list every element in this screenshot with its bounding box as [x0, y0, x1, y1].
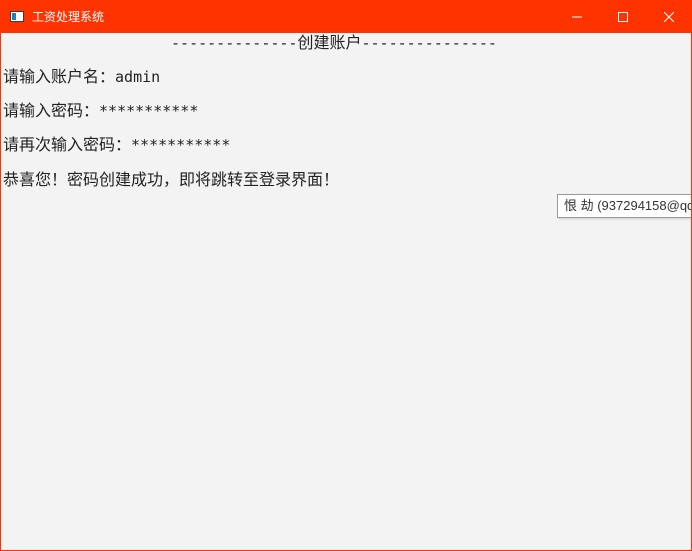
title-bar[interactable]: 工资处理系统 [1, 1, 691, 33]
minimize-icon [572, 16, 582, 18]
maximize-icon [618, 12, 628, 22]
header-dashes-right: --------------- [361, 34, 497, 52]
close-icon [664, 12, 674, 22]
confirm-password-value: *********** [131, 136, 231, 154]
header-title: 创建账户 [297, 33, 362, 52]
username-line: 请输入账户名：admin [3, 67, 160, 87]
confirm-password-prompt: 请再次输入密码： [3, 135, 132, 154]
username-value: admin [115, 68, 161, 86]
app-window-icon [10, 11, 24, 22]
app-window: 工资处理系统 --------------创建账户---------------… [0, 0, 692, 551]
minimize-button[interactable] [554, 1, 600, 33]
password-value: *********** [99, 102, 199, 120]
password-line: 请输入密码：*********** [3, 101, 198, 121]
username-prompt: 请输入账户名： [3, 67, 116, 86]
console-output: --------------创建账户--------------- 请输入账户名… [1, 33, 691, 550]
close-button[interactable] [646, 1, 691, 33]
maximize-button[interactable] [600, 1, 646, 33]
tooltip: 恨 劫 (937294158@qq [557, 194, 691, 218]
password-prompt: 请输入密码： [3, 101, 100, 120]
confirm-password-line: 请再次输入密码：*********** [3, 135, 230, 155]
section-header: --------------创建账户--------------- [1, 33, 667, 53]
window-title: 工资处理系统 [32, 10, 105, 24]
success-message: 恭喜您！密码创建成功，即将跳转至登录界面！ [3, 170, 340, 189]
header-dashes-left: -------------- [171, 34, 298, 52]
